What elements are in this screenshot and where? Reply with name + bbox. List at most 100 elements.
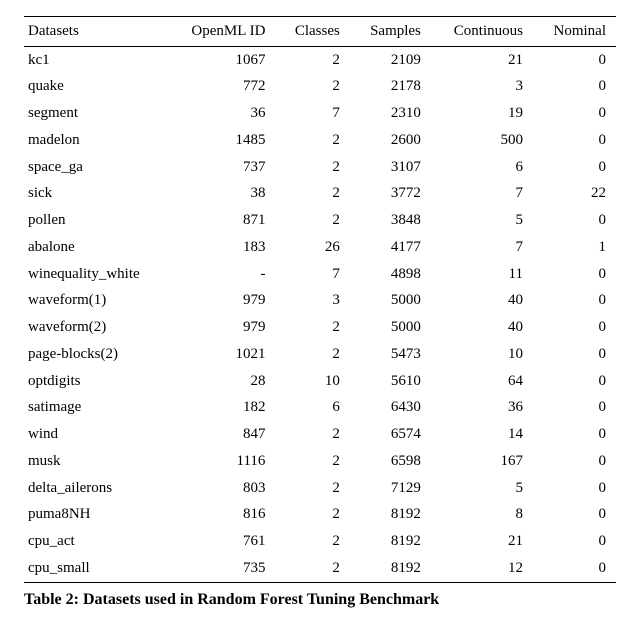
table-cell: 2	[275, 341, 349, 368]
table-cell: 6430	[350, 395, 431, 422]
table-cell: 7129	[350, 475, 431, 502]
table-cell: 0	[533, 315, 616, 342]
table-cell: 5610	[350, 368, 431, 395]
table-row: cpu_small73528192120	[24, 555, 616, 582]
table-cell: 979	[168, 315, 276, 342]
table-cell: 8	[431, 502, 533, 529]
table-cell: 0	[533, 395, 616, 422]
table-cell: 3	[275, 288, 349, 315]
table-cell: 0	[533, 154, 616, 181]
table-cell: 8192	[350, 529, 431, 556]
table-cell: 2	[275, 181, 349, 208]
table-cell: 761	[168, 529, 276, 556]
table-cell: 10	[431, 341, 533, 368]
table-row: segment3672310190	[24, 101, 616, 128]
table-cell: 1067	[168, 47, 276, 74]
table-cell: 0	[533, 502, 616, 529]
table-row: puma8NH8162819280	[24, 502, 616, 529]
col-header-continuous: Continuous	[431, 17, 533, 47]
table-cell: 36	[431, 395, 533, 422]
table-cell: 8192	[350, 555, 431, 582]
datasets-table: Datasets OpenML ID Classes Samples Conti…	[24, 16, 616, 583]
table-cell: 1	[533, 234, 616, 261]
table-cell: 26	[275, 234, 349, 261]
table-row: madelon1485226005000	[24, 127, 616, 154]
table-row: space_ga7372310760	[24, 154, 616, 181]
table-cell: 8192	[350, 502, 431, 529]
table-cell: delta_ailerons	[24, 475, 168, 502]
table-row: pollen8712384850	[24, 208, 616, 235]
table-cell: 12	[431, 555, 533, 582]
table-cell: cpu_small	[24, 555, 168, 582]
table-cell: 0	[533, 288, 616, 315]
table-cell: 182	[168, 395, 276, 422]
table-cell: 2600	[350, 127, 431, 154]
table-cell: 0	[533, 422, 616, 449]
table-cell: 3848	[350, 208, 431, 235]
table-caption: Table 2: Datasets used in Random Forest …	[24, 589, 616, 611]
table-cell: 2	[275, 555, 349, 582]
table-cell: optdigits	[24, 368, 168, 395]
table-cell: pollen	[24, 208, 168, 235]
table-cell: 772	[168, 74, 276, 101]
table-cell: 847	[168, 422, 276, 449]
table-cell: 40	[431, 315, 533, 342]
table-cell: 6	[431, 154, 533, 181]
table-cell: 803	[168, 475, 276, 502]
table-cell: 22	[533, 181, 616, 208]
table-cell: 1021	[168, 341, 276, 368]
table-cell: 1116	[168, 448, 276, 475]
table-cell: 40	[431, 288, 533, 315]
table-cell: winequality_white	[24, 261, 168, 288]
table-row: page-blocks(2)102125473100	[24, 341, 616, 368]
table-cell: -	[168, 261, 276, 288]
table-row: musk1116265981670	[24, 448, 616, 475]
table-cell: 2	[275, 475, 349, 502]
table-cell: 2	[275, 74, 349, 101]
table-cell: 167	[431, 448, 533, 475]
table-cell: waveform(1)	[24, 288, 168, 315]
table-cell: 7	[275, 101, 349, 128]
table-cell: quake	[24, 74, 168, 101]
table-cell: musk	[24, 448, 168, 475]
table-row: waveform(1)97935000400	[24, 288, 616, 315]
table-cell: 2	[275, 502, 349, 529]
table-cell: 7	[431, 234, 533, 261]
table-cell: 11	[431, 261, 533, 288]
table-cell: 2	[275, 448, 349, 475]
table-cell: satimage	[24, 395, 168, 422]
table-cell: puma8NH	[24, 502, 168, 529]
table-row: cpu_act76128192210	[24, 529, 616, 556]
table-row: kc1106722109210	[24, 47, 616, 74]
table-cell: 5473	[350, 341, 431, 368]
table-cell: 3	[431, 74, 533, 101]
table-cell: 28	[168, 368, 276, 395]
table-cell: 2	[275, 127, 349, 154]
table-cell: 6598	[350, 448, 431, 475]
table-row: quake7722217830	[24, 74, 616, 101]
table-cell: page-blocks(2)	[24, 341, 168, 368]
table-cell: 0	[533, 555, 616, 582]
col-header-datasets: Datasets	[24, 17, 168, 47]
table-cell: 979	[168, 288, 276, 315]
table-cell: 2	[275, 154, 349, 181]
table-cell: 2	[275, 315, 349, 342]
table-cell: 6	[275, 395, 349, 422]
table-cell: 7	[275, 261, 349, 288]
table-cell: 10	[275, 368, 349, 395]
table-cell: 38	[168, 181, 276, 208]
table-cell: sick	[24, 181, 168, 208]
table-cell: 2109	[350, 47, 431, 74]
table-cell: 5	[431, 475, 533, 502]
table-cell: 0	[533, 74, 616, 101]
table-cell: segment	[24, 101, 168, 128]
table-cell: 64	[431, 368, 533, 395]
table-row: satimage18266430360	[24, 395, 616, 422]
table-body: kc1106722109210quake7722217830segment367…	[24, 47, 616, 583]
col-header-openml-id: OpenML ID	[168, 17, 276, 47]
table-cell: 0	[533, 529, 616, 556]
table-cell: waveform(2)	[24, 315, 168, 342]
table-row: optdigits28105610640	[24, 368, 616, 395]
table-cell: kc1	[24, 47, 168, 74]
table-cell: wind	[24, 422, 168, 449]
